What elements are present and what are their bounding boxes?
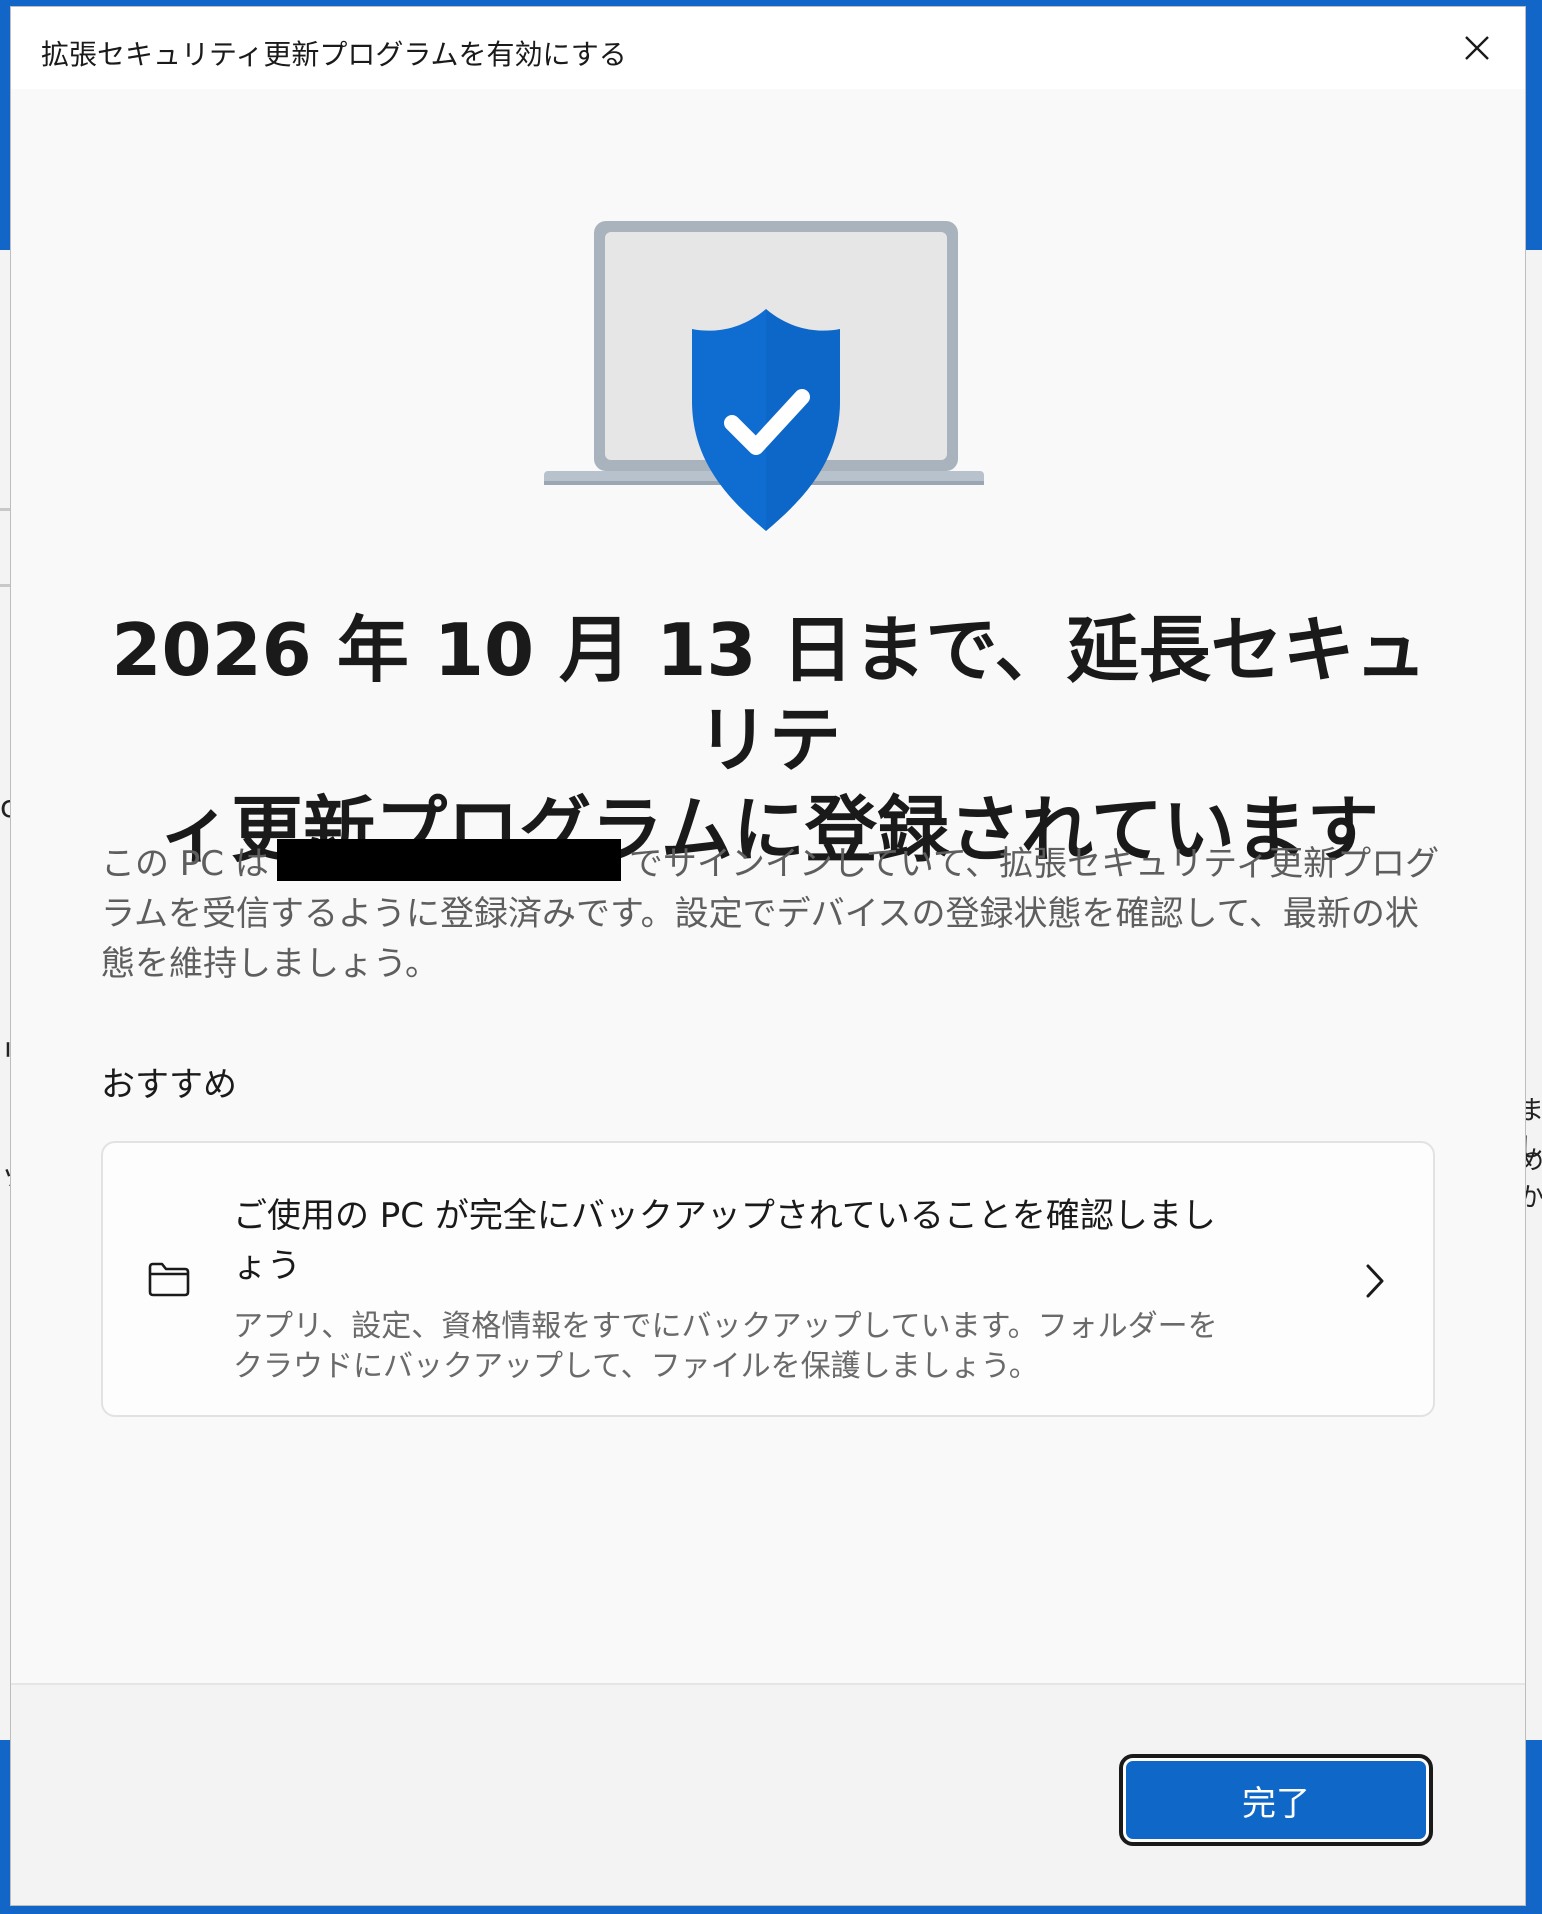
done-button[interactable]: 完了 xyxy=(1119,1754,1433,1846)
dialog-title: 拡張セキュリティ更新プログラムを有効にする xyxy=(41,38,627,71)
description: この PC はでサインインしていて、拡張セキュリティ更新プログラムを受信するよう… xyxy=(101,839,1451,989)
recommendation-subtitle: アプリ、設定、資格情報をすでにバックアップしています。フォルダーをクラウドにバッ… xyxy=(233,1309,1218,1384)
recommended-heading: おすすめ xyxy=(101,1065,237,1105)
title-bar: 拡張セキュリティ更新プログラムを有効にする xyxy=(11,7,1525,89)
recommendation-title: ご使用の PC が完全にバックアップされていることを確認しましょう xyxy=(233,1196,1216,1286)
chevron-right-icon xyxy=(1366,1264,1384,1298)
headline: 2026 年 10 月 13 日まで、延長セキュリテ ィ更新プログラムに登録され… xyxy=(91,605,1447,875)
esu-dialog: 拡張セキュリティ更新プログラムを有効にする 2026 年 10 月 13 日まで… xyxy=(10,6,1526,1906)
folder-icon xyxy=(148,1262,190,1297)
background-divider xyxy=(0,584,10,587)
description-prefix: この PC は xyxy=(101,844,269,884)
close-icon xyxy=(1465,36,1489,60)
background-window-right xyxy=(1526,250,1542,1740)
background-divider xyxy=(0,508,10,511)
headline-line-1: 2026 年 10 月 13 日まで、延長セキュリテ xyxy=(111,608,1427,782)
close-button[interactable] xyxy=(1429,7,1525,89)
laptop-shield-check-icon xyxy=(544,221,984,531)
backup-recommendation-card[interactable]: ご使用の PC が完全にバックアップされていることを確認しましょう アプリ、設定… xyxy=(101,1141,1435,1417)
background-window-left xyxy=(0,250,10,1740)
dialog-footer: 完了 xyxy=(11,1683,1525,1905)
redacted-account xyxy=(276,839,621,881)
